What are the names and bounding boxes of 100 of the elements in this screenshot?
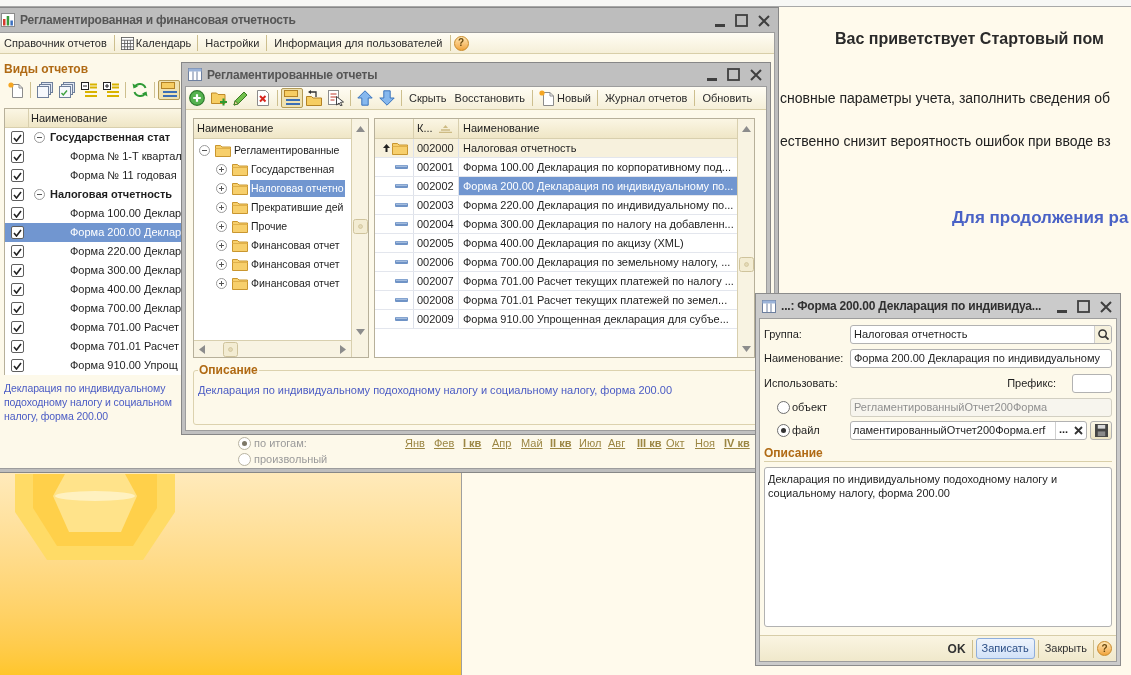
table-row[interactable]: 002006 Форма 700.00 Декларация по земельному налогу, ...: [375, 253, 737, 272]
scrollbar-thumb[interactable]: [352, 219, 368, 234]
column-header[interactable]: К...: [414, 119, 459, 138]
help-button[interactable]: ?: [1097, 641, 1112, 656]
checkbox[interactable]: [10, 321, 24, 334]
plus-circle-icon[interactable]: [216, 221, 227, 232]
checkbox[interactable]: [10, 340, 24, 353]
copy-button[interactable]: [34, 80, 56, 100]
period-link[interactable]: Фев: [434, 434, 455, 452]
scroll-up-arrow-icon[interactable]: [355, 126, 365, 132]
hierarchy-toggle-button[interactable]: [281, 88, 303, 108]
scrollbar-thumb[interactable]: [222, 341, 238, 357]
plus-circle-icon[interactable]: [216, 259, 227, 270]
table-row[interactable]: 002000 Налоговая отчетность: [375, 139, 737, 158]
move-up-button[interactable]: [354, 88, 376, 108]
checkbox[interactable]: [10, 264, 24, 277]
table-row[interactable]: 002001 Форма 100.00 Декларация по корпоративному под...: [375, 158, 737, 177]
toolbar-button[interactable]: Справочник отчетов: [0, 33, 111, 53]
scrollbar-thumb[interactable]: [738, 257, 754, 272]
checkbox[interactable]: [10, 283, 24, 296]
file-field[interactable]: ламентированныйОтчет200Форма.erf ...: [850, 421, 1087, 440]
dialog-button[interactable]: Закрыть: [1041, 638, 1090, 659]
name-field[interactable]: Форма 200.00 Декларация по индивидуальному: [850, 349, 1112, 368]
table-row[interactable]: 002009 Форма 910.00 Упрощенная декларация для субъе...: [375, 310, 737, 329]
mark-all-button[interactable]: [56, 80, 78, 100]
column-header[interactable]: Наименование: [459, 119, 737, 138]
browse-button[interactable]: ...: [1055, 422, 1071, 439]
checkbox[interactable]: [10, 188, 24, 201]
hierarchy-toggle-button[interactable]: [158, 80, 180, 100]
period-link[interactable]: Июл: [579, 434, 602, 452]
minus-circle-icon[interactable]: [34, 132, 45, 143]
new-button[interactable]: Новый: [536, 88, 594, 108]
checkbox[interactable]: [10, 150, 24, 163]
dialog-button[interactable]: OK: [944, 638, 969, 659]
period-link[interactable]: Май: [521, 434, 543, 452]
toolbar-button[interactable]: Скрыть: [405, 88, 451, 108]
save-button[interactable]: [1090, 421, 1112, 440]
plus-circle-icon[interactable]: [216, 183, 227, 194]
close-icon[interactable]: [758, 15, 770, 27]
minus-circle-icon[interactable]: [199, 145, 210, 156]
search-button[interactable]: [1094, 326, 1111, 343]
table-row[interactable]: 002003 Форма 220.00 Декларация по индивидуальному по...: [375, 196, 737, 215]
tree-item[interactable]: Финансовая отчет: [250, 237, 341, 254]
maximize-icon[interactable]: [1077, 300, 1090, 313]
minus-circle-icon[interactable]: [34, 189, 45, 200]
help-button[interactable]: ?: [453, 35, 469, 51]
scroll-up-arrow-icon[interactable]: [741, 126, 751, 132]
checkbox[interactable]: [10, 359, 24, 372]
maximize-icon[interactable]: [727, 68, 740, 81]
scroll-left-arrow-icon[interactable]: [199, 344, 205, 354]
table-row[interactable]: 002002 Форма 200.00 Декларация по индивидуальному по...: [375, 177, 737, 196]
collapse-button[interactable]: [78, 80, 100, 100]
table-row[interactable]: 002005 Форма 400.00 Декларация по акцизу (XML): [375, 234, 737, 253]
toolbar-button[interactable]: Обновить: [698, 88, 757, 108]
scroll-down-arrow-icon[interactable]: [355, 328, 365, 335]
checkbox[interactable]: [10, 302, 24, 315]
toolbar-button[interactable]: Настройки: [201, 33, 264, 53]
checkbox[interactable]: [10, 207, 24, 220]
continue-link[interactable]: Для продолжения ра: [952, 207, 1129, 229]
add-button[interactable]: [186, 88, 208, 108]
checkbox[interactable]: [10, 245, 24, 258]
close-icon[interactable]: [1100, 301, 1112, 313]
checkbox[interactable]: [10, 131, 24, 144]
table-row[interactable]: 002004 Форма 300.00 Декларация по налогу на добавленн...: [375, 215, 737, 234]
period-link[interactable]: Апр: [492, 434, 512, 452]
tree-item[interactable]: Прекратившие дей: [250, 199, 345, 216]
dialog-button[interactable]: Записать: [975, 638, 1035, 659]
radio-label[interactable]: файл: [792, 422, 820, 439]
select-button[interactable]: [325, 88, 347, 108]
horizontal-scrollbar[interactable]: [194, 340, 351, 357]
column-header[interactable]: Наименование: [29, 109, 108, 127]
expand-button[interactable]: [100, 80, 122, 100]
toolbar-button[interactable]: Информация для пользователей: [270, 33, 447, 53]
column-header[interactable]: Наименование: [194, 119, 351, 139]
plus-circle-icon[interactable]: [216, 164, 227, 175]
tree-item[interactable]: Государственная: [250, 161, 336, 178]
plus-circle-icon[interactable]: [216, 202, 227, 213]
group-field[interactable]: Налоговая отчетность: [850, 325, 1112, 344]
period-link[interactable]: Янв: [405, 434, 425, 452]
prefix-field[interactable]: [1072, 374, 1112, 393]
vertical-scrollbar[interactable]: [737, 119, 754, 357]
plus-circle-icon[interactable]: [216, 278, 227, 289]
scroll-right-arrow-icon[interactable]: [340, 344, 346, 354]
checkbox[interactable]: [10, 169, 24, 182]
vertical-scrollbar[interactable]: [351, 119, 368, 357]
move-down-button[interactable]: [376, 88, 398, 108]
checkbox[interactable]: [10, 226, 24, 239]
toolbar-button[interactable]: Восстановить: [450, 88, 529, 108]
description-field[interactable]: Декларация по индивидуальному подоходному налогу и социальному налогу, форма 200.00: [764, 467, 1112, 627]
close-icon[interactable]: [750, 69, 762, 81]
calendar-button[interactable]: Календарь: [117, 33, 195, 53]
table-row[interactable]: 002008 Форма 701.01 Расчет текущих платежей по земел...: [375, 291, 737, 310]
tree-item[interactable]: Финансовая отчет: [250, 275, 341, 292]
radio-button[interactable]: [777, 424, 790, 437]
maximize-icon[interactable]: [735, 14, 748, 27]
tree-item[interactable]: Прочие: [250, 218, 289, 235]
scroll-down-arrow-icon[interactable]: [741, 345, 751, 352]
level-up-button[interactable]: [303, 88, 325, 108]
period-link[interactable]: Окт: [666, 434, 685, 452]
toolbar-button[interactable]: Журнал отчетов: [600, 88, 692, 108]
